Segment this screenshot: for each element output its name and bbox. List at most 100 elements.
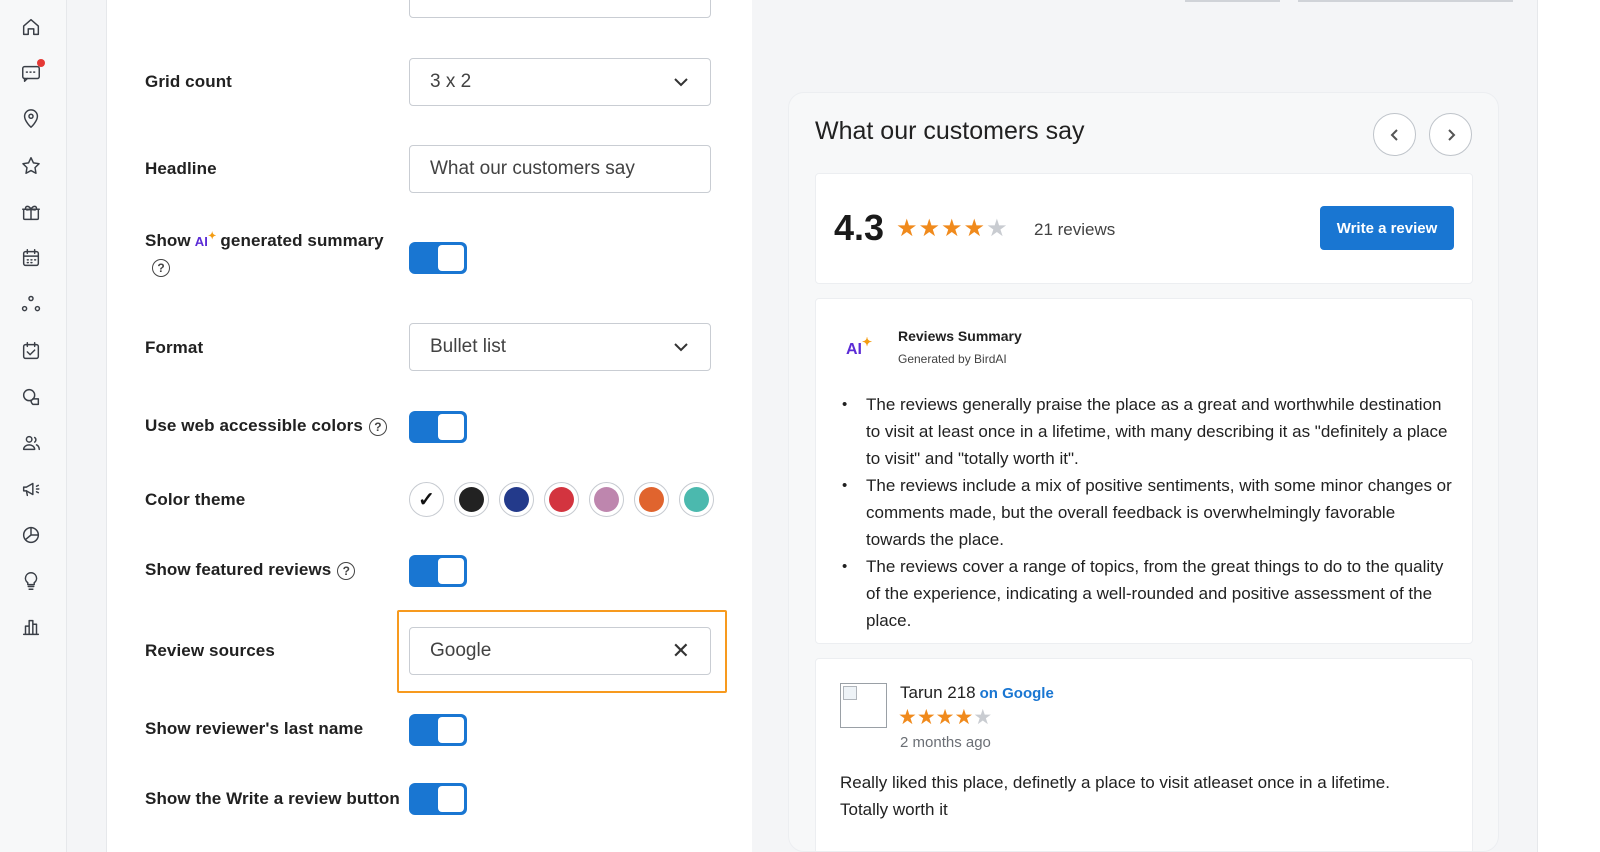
star-filled-icon: ★ xyxy=(941,215,964,242)
left-nav-sidebar xyxy=(0,0,67,852)
star-filled-icon: ★ xyxy=(898,706,917,729)
color-swatch[interactable] xyxy=(544,482,579,517)
star-filled-icon: ★ xyxy=(963,215,987,242)
toggle-knob xyxy=(438,245,464,271)
show-summary-suffix: generated summary xyxy=(220,231,384,250)
reviewer-name: Tarun 218 xyxy=(900,683,976,702)
checklist-icon[interactable] xyxy=(19,339,43,363)
last-name-toggle[interactable] xyxy=(409,714,467,746)
color-dot xyxy=(639,487,664,512)
chevron-down-icon xyxy=(672,338,690,356)
summary-title: Reviews Summary xyxy=(898,328,1022,344)
ai-logo-icon: AI✦ xyxy=(846,335,873,358)
summary-bullets: The reviews generally praise the place a… xyxy=(842,391,1452,634)
web-accessible-toggle[interactable] xyxy=(409,411,467,443)
featured-label: Show featured reviews? xyxy=(145,560,356,580)
color-theme-swatches: ✓ xyxy=(409,482,714,517)
help-icon[interactable]: ? xyxy=(337,561,356,580)
messages-icon[interactable] xyxy=(19,59,45,85)
color-swatch[interactable] xyxy=(499,482,534,517)
headline-input[interactable]: What our customers say xyxy=(409,145,711,193)
headline-value: What our customers say xyxy=(430,158,635,179)
location-icon[interactable] xyxy=(19,107,43,131)
review-card: Tarun 218 on Google ★★★★★ 2 months ago Re… xyxy=(815,658,1473,851)
pie-chart-icon[interactable] xyxy=(19,523,43,547)
contacts-icon[interactable] xyxy=(19,431,43,455)
review-sources-label: Review sources xyxy=(145,641,275,660)
review-sources-select[interactable]: Google ✕ xyxy=(409,627,711,675)
grid-type-select[interactable] xyxy=(409,0,711,18)
write-button-toggle[interactable] xyxy=(409,783,467,815)
chevron-left-icon xyxy=(1390,128,1398,141)
preview-top-tab xyxy=(1185,0,1280,2)
format-label: Format xyxy=(145,338,204,357)
color-swatch[interactable]: ✓ xyxy=(409,482,444,517)
color-dot xyxy=(504,487,529,512)
gift-icon[interactable] xyxy=(19,200,43,224)
show-summary-toggle[interactable] xyxy=(409,242,467,274)
star-empty-icon: ★ xyxy=(986,215,1009,242)
color-dot xyxy=(459,487,484,512)
ai-badge-text: AI xyxy=(194,234,208,249)
grid-count-value: 3 x 2 xyxy=(430,71,472,92)
review-source[interactable]: on Google xyxy=(980,685,1054,702)
write-review-button[interactable]: Write a review xyxy=(1320,206,1454,250)
review-date: 2 months ago xyxy=(900,734,991,751)
network-icon[interactable] xyxy=(19,292,43,316)
chat-bubbles-icon[interactable] xyxy=(19,385,43,409)
write-button-label: Show the Write a review button xyxy=(145,789,400,808)
review-source-prefix: on xyxy=(979,685,998,702)
clear-icon[interactable]: ✕ xyxy=(672,638,690,664)
notification-dot xyxy=(37,59,45,67)
featured-text: Show featured reviews xyxy=(145,560,332,579)
review-sources-value: Google xyxy=(430,640,492,661)
help-icon[interactable]: ? xyxy=(152,259,170,277)
web-accessible-label: Use web accessible colors? xyxy=(145,416,387,436)
show-summary-label: Show AI✦ generated summary xyxy=(145,231,384,251)
grid-count-select[interactable]: 3 x 2 xyxy=(409,58,711,106)
review-stars: ★★★★★ xyxy=(898,705,992,730)
last-name-label: Show reviewer's last name xyxy=(145,719,364,738)
summary-bullet: The reviews include a mix of positive se… xyxy=(842,472,1452,553)
ai-summary-card: AI✦ Reviews Summary Generated by BirdAI … xyxy=(815,298,1473,644)
widget-headline: What our customers say xyxy=(815,117,1085,145)
review-source-name: Google xyxy=(1002,685,1054,702)
color-swatch[interactable] xyxy=(454,482,489,517)
rating-summary: 4.3 ★★★★★ 21 reviews Write a review xyxy=(815,173,1473,284)
color-swatch[interactable] xyxy=(634,482,669,517)
web-accessible-text: Use web accessible colors xyxy=(145,416,363,435)
check-icon: ✓ xyxy=(418,489,435,511)
lightbulb-icon[interactable] xyxy=(19,569,43,593)
megaphone-icon[interactable] xyxy=(19,477,43,501)
color-swatch[interactable] xyxy=(679,482,714,517)
help-icon[interactable]: ? xyxy=(368,417,387,436)
star-icon[interactable] xyxy=(19,154,43,178)
bar-chart-icon[interactable] xyxy=(19,615,43,639)
reviewer-avatar xyxy=(840,683,887,728)
toggle-knob xyxy=(438,558,464,584)
ai-logo-text: AI xyxy=(846,341,862,358)
color-swatch[interactable] xyxy=(589,482,624,517)
chevron-right-icon xyxy=(1447,128,1455,141)
format-value: Bullet list xyxy=(430,336,507,357)
prev-button[interactable] xyxy=(1373,113,1416,156)
color-dot xyxy=(549,487,574,512)
next-button[interactable] xyxy=(1429,113,1472,156)
home-icon[interactable] xyxy=(19,15,43,39)
toggle-knob xyxy=(438,786,464,812)
star-filled-icon: ★ xyxy=(916,706,936,729)
average-rating: 4.3 xyxy=(834,207,885,248)
color-theme-label: Color theme xyxy=(145,490,246,509)
reviews-widget-card: What our customers say 4.3 ★★★★★ 21 revi… xyxy=(788,92,1499,852)
rating-stars: ★★★★★ xyxy=(896,214,1009,243)
star-filled-icon: ★ xyxy=(896,215,919,242)
sidebar-gutter xyxy=(67,0,107,852)
format-select[interactable]: Bullet list xyxy=(409,323,711,371)
summary-subtitle: Generated by BirdAI xyxy=(898,352,1007,366)
calendar-icon[interactable] xyxy=(19,246,43,270)
featured-toggle[interactable] xyxy=(409,555,467,587)
chevron-down-icon xyxy=(672,73,690,91)
grid-count-label: Grid count xyxy=(145,72,232,91)
color-dot xyxy=(684,487,709,512)
broken-image-icon xyxy=(843,686,857,700)
